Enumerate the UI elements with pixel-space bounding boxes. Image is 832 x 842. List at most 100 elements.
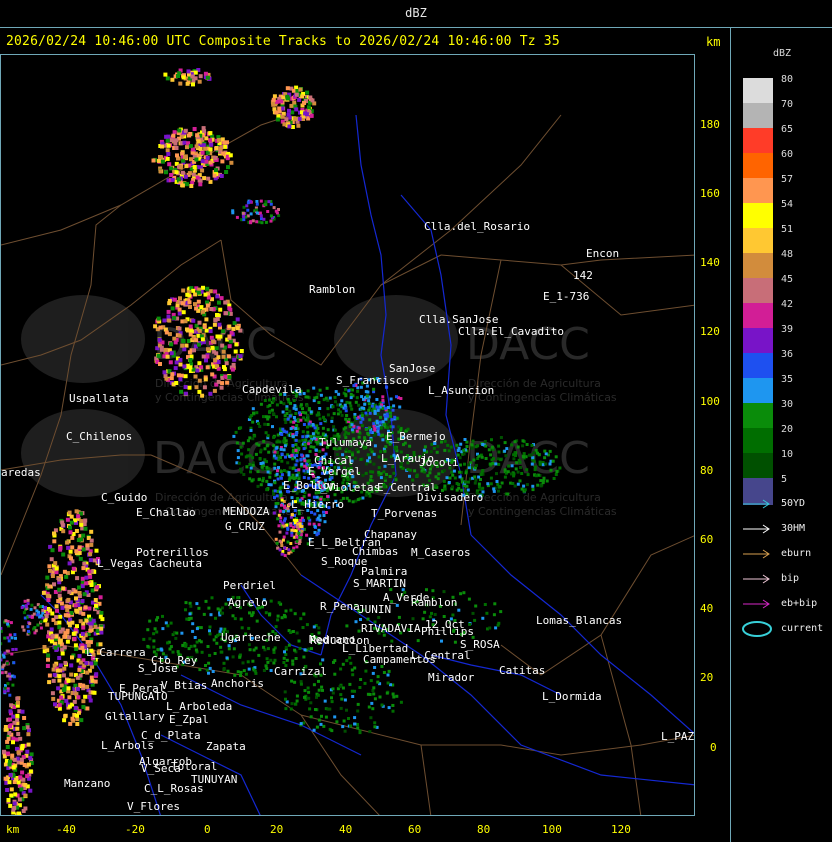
legend-swatch [743,403,773,430]
window-title-bar: dBZ [0,0,832,28]
radar-echo-cluster [163,68,212,87]
legend-swatch [743,203,773,230]
place-label: L_Violetas [314,481,380,494]
place-label: L_Central [411,649,471,662]
place-label: E_Vergel [308,465,361,478]
legend-value-label: 65 [781,124,794,135]
track-legend-item: eburn [741,546,831,562]
x-tick-label: 80 [477,823,491,836]
province-boundary-line [500,535,694,676]
legend-swatch [743,128,773,155]
track-legend-item: eb+bip [741,596,831,612]
place-label: L_Carrera [86,646,146,659]
place-label: Mirador [428,671,475,684]
y-tick-label: 80 [700,464,714,477]
place-label: Divisadero [417,491,483,504]
place-label: L_Vegas [97,557,143,570]
place-label: Catitas [499,664,545,677]
place-label: E_1-736 [543,290,589,303]
place-label: C_L_Rosas [144,782,204,795]
place-label: S_Francisco [336,374,409,387]
place-label: L_Dormida [542,690,602,703]
place-label: L_Hierro [291,498,344,511]
y-tick-label: 0 [710,741,717,754]
legend-swatch [743,253,773,280]
place-label: Ramblon [411,596,457,609]
legend-swatch [743,153,773,180]
place-label: RIVADAVIA [361,622,421,635]
legend-value-label: 36 [781,349,794,360]
place-label: Jocoli [419,456,459,469]
y-tick-label: 140 [700,256,720,269]
place-label: V_Flores [127,800,180,813]
place-label: Uspallata [69,392,129,405]
place-label: V_Btias [161,679,207,692]
legend-panel: dBZ 80 70 65 60 57 54 51 48 45 42 39 36 35 30 20 10 5 50… [730,28,832,842]
place-label: Clla.El_Cavadito [458,325,564,338]
place-label: T_Porvenas [371,507,437,520]
province-boundary-line [420,744,432,815]
legend-value-label: 60 [781,149,794,160]
header-timestamp-text: 2026/02/24 10:46:00 UTC Composite Tracks… [6,34,560,49]
x-tick-label: 100 [542,823,562,836]
place-label: Ramblon [309,283,355,296]
place-label: L_Arboleda [166,700,232,713]
legend-swatch [743,428,773,455]
place-label: Totoral [171,760,217,773]
legend-value-label: 51 [781,224,794,235]
radar-echo-cluster [41,509,105,726]
legend-swatch [743,78,773,105]
place-label: Lomas_Blancas [536,614,622,627]
province-boundary-line [300,714,694,756]
place-label: Encon [586,247,619,260]
legend-swatch [743,228,773,255]
place-label: Anchoris [211,677,264,690]
radar-echo-cluster [20,598,45,636]
province-boundary-line [380,114,562,286]
track-legend-item: current [741,621,831,637]
place-label: Capdevila [242,383,302,396]
watermark-line2: y Contingencias Climáticas [468,505,617,518]
place-label: MENDOZA [223,505,270,518]
province-boundary-line [440,254,694,266]
place-label: Manzano [64,777,110,790]
y-tick-label: 120 [700,325,720,338]
place-label: L_Asuncion [428,384,494,397]
place-label: C_Guido [101,491,147,504]
place-label: Ugarteche [221,631,281,644]
track-legend-item: bip [741,571,831,587]
track-legend-label: bip [781,573,800,584]
place-label: E_Challao [136,506,196,519]
legend-swatch [743,453,773,480]
km-unit-label: km [706,35,721,49]
legend-value-label: 5 [781,474,788,485]
radar-map-panel[interactable]: DACCDirección de Agriculturay Contingenc… [0,54,695,816]
x-tick-label: -40 [56,823,76,836]
legend-value-label: 20 [781,424,794,435]
place-label: E_Bermejo [386,430,446,443]
x-tick-label: 20 [270,823,284,836]
track-legend-item: 50YD [741,496,831,512]
y-tick-label: 60 [700,533,714,546]
x-tick-label: 60 [408,823,422,836]
track-legend-item: 30HM [741,521,831,537]
legend-swatch [743,103,773,130]
legend-value-label: 39 [781,324,794,335]
place-label: aredas [1,466,41,479]
arrow-icon [743,599,770,609]
legend-value-label: 30 [781,399,794,410]
legend-swatch [743,378,773,405]
place-label: Cacheuta [149,557,202,570]
track-legend-label: current [781,623,824,634]
place-label: Agrelo [228,596,268,609]
x-tick-label: 120 [611,823,631,836]
river-line [470,534,694,735]
y-tick-label: 40 [700,602,714,615]
window-title: dBZ [405,6,427,20]
y-tick-label: 160 [700,187,720,200]
place-label: S_MARTIN [353,577,406,590]
legend-value-label: 70 [781,99,794,110]
legend-swatch [743,328,773,355]
place-label: R_Pena [320,600,360,613]
x-tick-label: 40 [339,823,353,836]
